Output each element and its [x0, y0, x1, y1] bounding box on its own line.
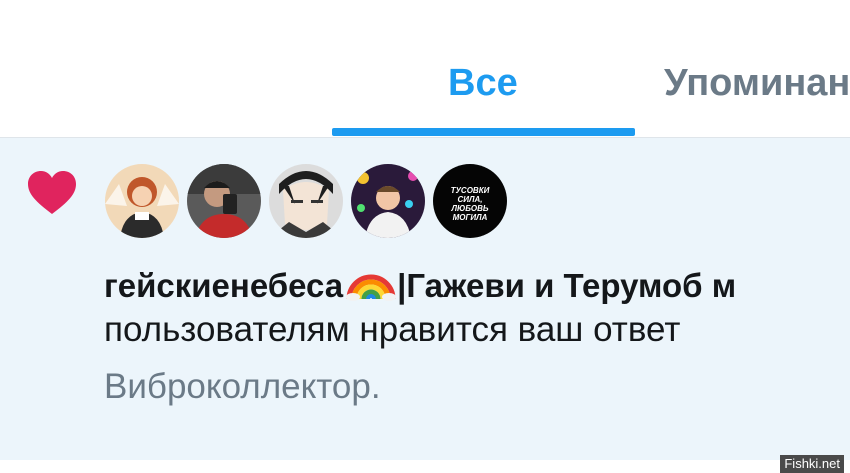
avatar-text-line: ТУСОВКИ	[451, 186, 490, 195]
avatar[interactable]	[351, 164, 425, 238]
liker-name: |Гажеви и Терумоб м	[397, 267, 737, 304]
rainbow-emoji-icon	[345, 263, 397, 301]
avatar[interactable]	[105, 164, 179, 238]
divider	[0, 460, 850, 473]
avatar-text-line: МОГИЛА	[453, 213, 488, 222]
liker-name: гейскиенебеса	[104, 267, 344, 304]
avatar[interactable]	[269, 164, 343, 238]
liker-names[interactable]: гейскиенебеса |Гажеви и Терумоб м	[104, 263, 850, 305]
avatar[interactable]: ТУСОВКИ СИЛА, ЛЮБОВЬ МОГИЛА	[433, 164, 507, 238]
avatar-text-line: СИЛА,	[457, 195, 482, 204]
avatar[interactable]	[187, 164, 261, 238]
tab-all[interactable]: Все	[448, 62, 518, 105]
avatar-text-line: ЛЮБОВЬ	[450, 204, 488, 213]
liked-reply-text[interactable]: Виброколлектор.	[104, 367, 381, 407]
active-tab-indicator	[332, 128, 635, 136]
notification-text: пользователям нравится ваш ответ	[104, 310, 681, 349]
watermark: Fishki.net	[780, 455, 844, 473]
heart-icon	[26, 170, 78, 216]
notifications-tab-bar: Все Упоминан	[0, 0, 850, 138]
like-notification[interactable]: ТУСОВКИ СИЛА, ЛЮБОВЬ МОГИЛА гейскиенебес…	[0, 138, 850, 460]
tab-mentions[interactable]: Упоминан	[664, 62, 850, 105]
